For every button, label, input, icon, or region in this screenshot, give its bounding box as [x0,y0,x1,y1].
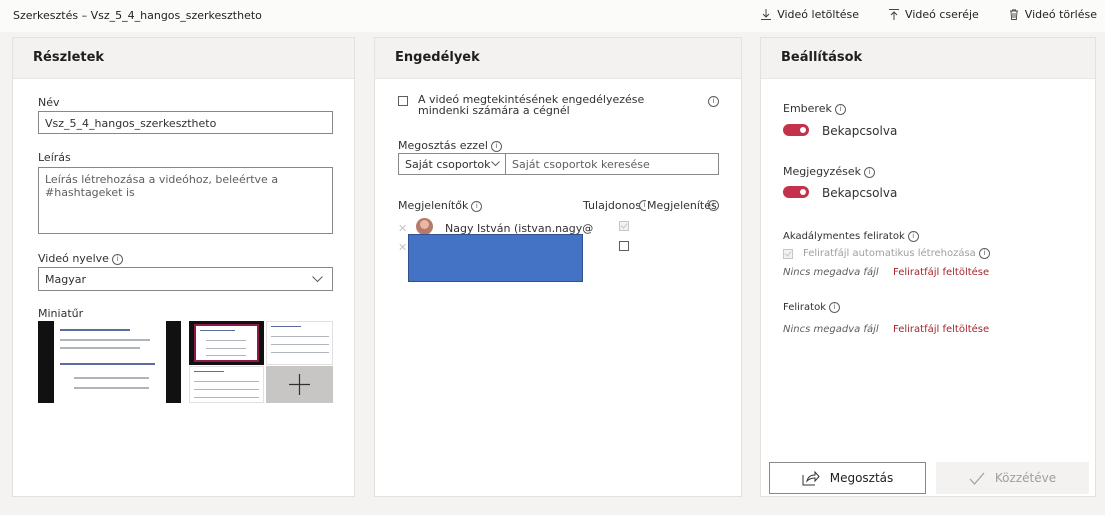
group-search-input[interactable]: Saját csoportok keresése [506,153,719,175]
accessible-captions-label: Akadálymentes feliratok i [783,231,919,242]
info-icon[interactable]: i [471,201,483,212]
info-icon[interactable]: i [834,104,846,115]
share-button[interactable]: Megosztás [769,462,926,494]
info-icon[interactable]: i [828,302,840,313]
group-select-value: Saját csoportok [405,158,491,171]
name-input[interactable]: Vsz_5_4_hangos_szerkesztheto [38,111,333,134]
auto-caption-label-text: Feliratfájl automatikus létrehozása [803,248,976,259]
comments-state: Bekapcsolva [822,186,898,200]
replace-video-button[interactable]: Videó cseréje [889,8,979,21]
thumbnail-1[interactable] [38,321,181,403]
subtitles-label: Feliratok i [783,302,840,313]
description-label: Leírás [38,151,71,164]
permissions-panel: Engedélyek A videó megtekintésének enged… [374,37,742,497]
upload-icon [889,9,900,20]
chevron-down-icon [491,161,500,167]
published-button: Közzétéve [936,462,1089,494]
people-label-text: Emberek [783,102,832,115]
viewers-column-label: Megjelenítők [398,199,469,212]
owner-checkbox[interactable] [619,241,629,251]
language-label: Videó nyelve i [38,252,123,265]
share-with-label-text: Megosztás ezzel [398,139,488,152]
settings-title: Beállítások [781,50,863,65]
upload-subtitle-file-link[interactable]: Feliratfájl feltöltése [893,324,989,335]
info-icon[interactable]: i [708,200,719,211]
name-label: Név [38,96,60,109]
download-icon [761,9,772,20]
download-video-label: Videó letöltése [777,8,860,21]
auto-caption-label: Feliratfájl automatikus létrehozása i [803,248,990,259]
thumbnail-2-selected[interactable] [189,321,264,365]
replace-video-label: Videó cseréje [905,8,979,21]
info-icon[interactable]: i [863,167,875,178]
delete-video-label: Videó törlése [1024,8,1097,21]
thumbnail-3[interactable] [266,321,333,365]
info-icon: i [978,248,990,259]
comments-toggle[interactable] [783,186,809,198]
remove-viewer-icon[interactable]: ✕ [398,241,407,254]
people-toggle[interactable] [783,124,809,136]
breadcrumb: Szerkesztés – Vsz_5_4_hangos_szerkeszthe… [13,9,262,22]
settings-panel: Beállítások Emberek i Bekapcsolva Megjegy… [760,37,1096,497]
allow-all-label: A videó megtekintésének engedélyezése mi… [418,93,645,117]
accessible-captions-label-text: Akadálymentes feliratok [783,231,905,242]
details-panel: Részletek Név Vsz_5_4_hangos_szerkeszthe… [12,37,355,497]
thumbnail-4[interactable] [189,366,264,403]
thumbnail-1-slide [54,321,166,403]
info-icon[interactable]: i [111,254,123,265]
permissions-panel-header: Engedélyek [375,38,741,79]
auto-caption-checkbox [783,249,793,259]
people-state: Bekapcsolva [822,124,898,138]
video-actions: Videó letöltése Videó cseréje Videó törl… [761,8,1097,21]
comments-label: Megjegyzések i [783,165,875,178]
thumbnail-label: Miniatűr [38,307,84,320]
thumbnail-2-slide [194,324,259,362]
remove-viewer-icon[interactable]: ✕ [398,222,407,235]
avatar [416,218,433,235]
settings-panel-header: Beállítások [761,38,1095,79]
comments-label-text: Megjegyzések [783,165,861,178]
trash-icon [1009,9,1018,20]
top-bar: Szerkesztés – Vsz_5_4_hangos_szerkeszthe… [0,0,1105,32]
details-title: Részletek [33,50,105,65]
checkmark-icon [969,472,985,485]
plus-icon [289,374,310,395]
add-thumbnail-button[interactable] [266,366,333,403]
viewers-column-header: Megjelenítők i [398,199,483,212]
delete-video-button[interactable]: Videó törlése [1009,8,1097,21]
chevron-down-icon [312,276,323,283]
redaction-box [408,234,583,282]
share-with-label: Megosztás ezzel i [398,139,502,152]
owner-column-header: Tulajdonos [583,199,642,212]
details-panel-header: Részletek [13,38,354,79]
language-select[interactable]: Magyar [38,267,333,291]
language-label-text: Videó nyelve [38,252,109,265]
language-select-value: Magyar [45,273,86,286]
published-button-label: Közzétéve [994,471,1057,485]
people-label: Emberek i [783,102,846,115]
allow-all-checkbox[interactable] [398,96,408,106]
group-select[interactable]: Saját csoportok [398,153,506,175]
info-icon[interactable]: i [907,231,919,242]
permissions-title: Engedélyek [395,50,480,65]
upload-caption-file-link[interactable]: Feliratfájl feltöltése [893,267,989,278]
owner-checkbox [619,221,629,231]
share-icon [802,470,820,485]
no-caption-file-text: Nincs megadva fájl [783,267,879,278]
share-button-label: Megosztás [829,471,894,485]
display-column-header: Megjelenítés [646,199,717,212]
no-subtitle-file-text: Nincs megadva fájl [783,324,879,335]
info-icon[interactable]: i [490,141,502,152]
subtitles-label-text: Feliratok [783,302,826,313]
download-video-button[interactable]: Videó letöltése [761,8,859,21]
description-textarea[interactable]: Leírás létrehozása a videóhoz, beleértve… [38,167,333,234]
info-icon[interactable]: i [708,96,719,107]
